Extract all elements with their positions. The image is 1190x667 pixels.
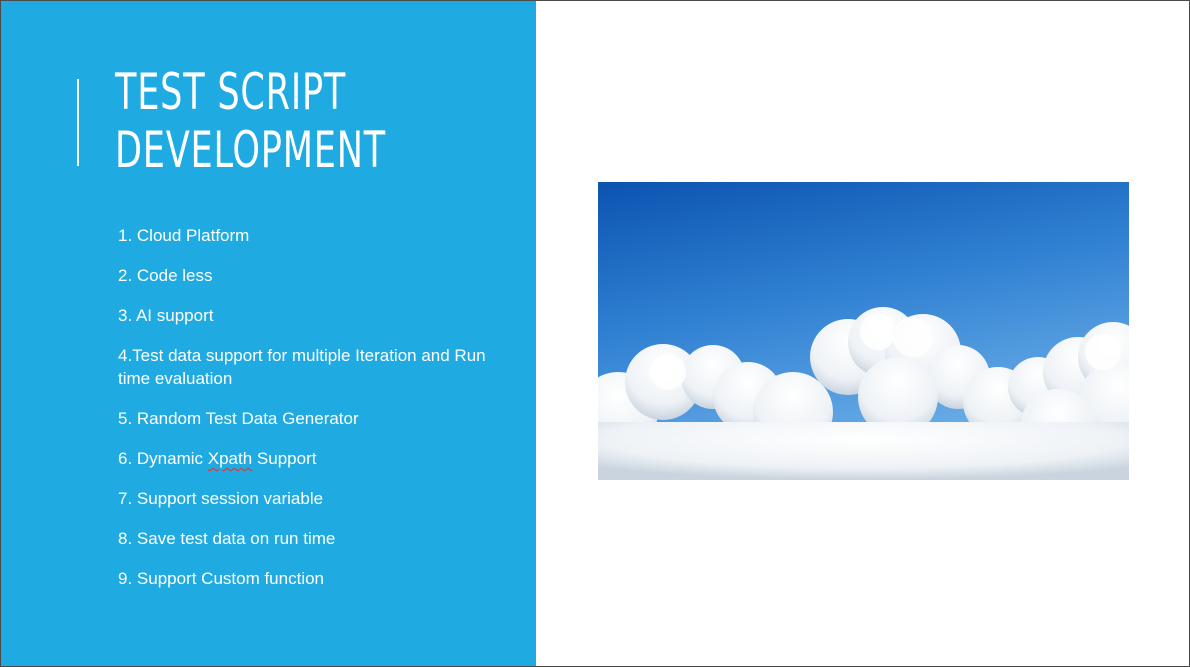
feature-item: 6. Dynamic Xpath Support: [118, 447, 498, 470]
feature-item: 1. Cloud Platform: [118, 226, 250, 245]
feature-item: 8. Save test data on run time: [118, 529, 336, 548]
feature-text: 6. Dynamic: [118, 449, 208, 468]
spellcheck-flagged-word: Xpath: [207, 449, 253, 468]
title-line-1: TEST SCRIPT: [115, 63, 347, 121]
feature-item: 3. AI support: [118, 306, 214, 325]
title-line-2: DEVELOPMENT: [115, 121, 386, 179]
feature-list: 1. Cloud Platform 2. Code less 3. AI sup…: [118, 224, 498, 607]
feature-item: 5. Random Test Data Generator: [118, 409, 359, 428]
slide-title: TEST SCRIPT DEVELOPMENT: [115, 63, 386, 179]
left-panel: TEST SCRIPT DEVELOPMENT 1. Cloud Platfor…: [1, 1, 536, 666]
title-accent-bar: [77, 79, 79, 166]
sky-clouds-image: [598, 182, 1129, 480]
feature-text: Support: [252, 449, 317, 468]
feature-item: 4.Test data support for multiple Iterati…: [118, 346, 486, 388]
feature-item: 2. Code less: [118, 266, 213, 285]
feature-item: 7. Support session variable: [118, 489, 324, 508]
feature-item: 9. Support Custom function: [118, 569, 325, 588]
slide: TEST SCRIPT DEVELOPMENT 1. Cloud Platfor…: [0, 0, 1190, 667]
